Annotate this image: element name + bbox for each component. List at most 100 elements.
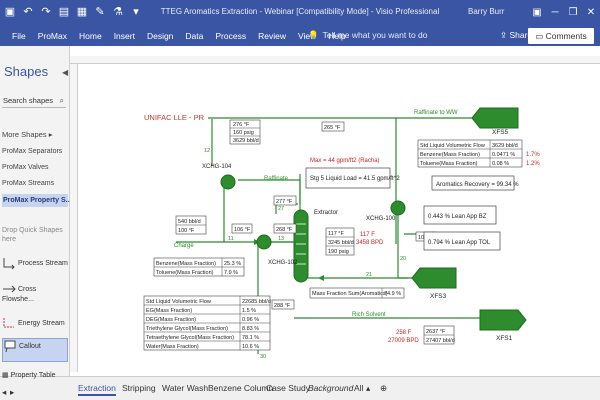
tab-insert[interactable]: Insert [108, 29, 141, 43]
page-tab-case-study[interactable]: Case Study [266, 383, 310, 393]
xchg-100-shape [390, 200, 406, 216]
temp-277-box[interactable]: 277 °F [273, 195, 297, 206]
comments-label: Comments [545, 31, 587, 41]
shape-cross-flowsheet[interactable]: Cross Flowshe... [2, 282, 68, 303]
mid-table-flow: 3245 bbl/d [328, 240, 354, 246]
comments-button[interactable]: ▭ Comments [528, 28, 594, 44]
temp-288-box[interactable]: 288 °F [271, 299, 295, 310]
drawing-canvas[interactable]: UNIFAC LLE - PR XCHG-104 XCHG-102 XCHG-1… [78, 64, 600, 372]
page-tab-background[interactable]: Background [308, 383, 353, 393]
tell-me-text: Tell me what you want to do [322, 30, 428, 40]
page-tabs-bar: ▦ Property Table ◂ ▸ Extraction Strippin… [0, 372, 600, 400]
raffinate-composition-table[interactable]: Std Liquid Volumetric Flow 3629 bbl/d Be… [417, 139, 523, 168]
feed-temp: 100 °F [178, 228, 195, 234]
shapes-pane: Shapes ◀ Search shapes ⌕ More Shapes ▸ P… [0, 46, 71, 376]
stencil-property-stencil[interactable]: ProMax Property S... [2, 194, 71, 207]
mass-fraction-sum-table[interactable]: Mass Fraction Sum(Aromatics) 74.9 % [309, 287, 405, 299]
mid-stream-table[interactable]: 117 °F 3245 bbl/d 190 psig [325, 227, 355, 256]
search-shapes-input[interactable]: Search shapes ⌕ [2, 94, 66, 108]
add-page-icon[interactable]: ⊕ [380, 383, 387, 394]
minimize-icon[interactable]: ─ [546, 0, 564, 26]
xfs3-stream-shape [411, 267, 457, 289]
ribbon-options-icon[interactable]: ▣ [528, 0, 546, 26]
stencil-streams[interactable]: ProMax Streams [2, 180, 54, 187]
aromatics-recovery-box[interactable]: Aromatics Recovery = 99.34 % [431, 175, 519, 191]
rich-solvent-table[interactable]: 2637 °F 27407 bbl/d [423, 325, 455, 345]
feed-toluene-label: Toluene(Mass Fraction) [156, 270, 214, 276]
xfs5-stream-shape [471, 107, 519, 129]
page-tab-water-wash[interactable]: Water Wash [162, 383, 208, 393]
drop-quick-shapes-hint: Drop Quick Shapes here [2, 227, 63, 243]
red-117: 117 F [360, 232, 375, 238]
raff-toluene-label: Toluene(Mass Fraction) [420, 161, 478, 167]
feed-benzene-label: Benzene(Mass Fraction) [156, 261, 216, 267]
stg-load-box[interactable]: Stg 5 Liquid Load = 41.5 gpm/ft^2 [305, 167, 400, 189]
lean-tol-box[interactable]: 0.794 % Lean App TOL [423, 231, 501, 251]
page-nav-next-icon[interactable]: ▸ [10, 387, 14, 398]
tab-data[interactable]: Data [179, 29, 209, 43]
window-controls: ▣ ─ ❐ ✕ [528, 0, 600, 26]
stencil-valves[interactable]: ProMax Valves [2, 164, 49, 171]
temp-277-text: 277 °F [276, 199, 293, 205]
red-258: 258 F [396, 330, 412, 336]
comments-icon: ▭ [535, 31, 546, 41]
page-tab-stripping[interactable]: Stripping [122, 383, 156, 393]
shape-callout[interactable]: Callout [2, 338, 68, 362]
collapse-pane-icon[interactable]: ◀ [62, 68, 68, 77]
top-table-pressure: 160 psig [233, 130, 254, 136]
user-name[interactable]: Barry Burr [468, 7, 504, 16]
raffinate-label: Raffinate [264, 176, 289, 182]
more-shapes-label: More Shapes [2, 130, 47, 139]
raff-benzene-red: 1.7% [526, 152, 540, 158]
shape-process-stream[interactable]: Process Stream [2, 256, 68, 270]
xchg-102-shape [256, 234, 272, 250]
lean-bz-text: 0.443 % Lean App BZ [428, 214, 487, 220]
more-shapes[interactable]: More Shapes ▸ [2, 130, 52, 139]
solvent-row-value: 0.96 % [242, 317, 259, 323]
aromatics-recovery-text: Aromatics Recovery = 99.34 % [436, 182, 519, 188]
red-3458: 3458 BPD [356, 240, 384, 246]
temp-265-text: 265 °F [324, 125, 341, 131]
raffinate-ww-label: Raffinate to WW [414, 110, 458, 116]
tab-process[interactable]: Process [209, 29, 252, 43]
feed-toluene-value: 7.9 % [224, 270, 238, 276]
tab-home[interactable]: Home [73, 29, 108, 43]
shape-label: Energy Stream [18, 319, 65, 327]
temp-106-text: 106 °F [234, 227, 251, 233]
top-stream-table[interactable]: 276 °F 160 psig 3629 bbl/d [229, 119, 261, 145]
page-tab-all[interactable]: All [354, 383, 363, 393]
xfs1-stream-shape [479, 309, 527, 331]
solvent-row-label: Tetraethylene Glycol(Mass Fraction) [146, 335, 234, 341]
solvent-row-label: Triethylene Glycol(Mass Fraction) [146, 326, 228, 332]
rich-flow: 27407 bbl/d [426, 338, 455, 344]
top-table-flow: 3629 bbl/d [233, 138, 259, 144]
lean-bz-box[interactable]: 0.443 % Lean App BZ [423, 205, 497, 225]
feed-composition-table[interactable]: Benzene(Mass Fraction) 25.3 % Toluene(Ma… [153, 257, 245, 277]
temp-268-box[interactable]: 268 °F [273, 223, 297, 234]
process-stream-icon [3, 258, 15, 270]
stencil-separators[interactable]: ProMax Separators [2, 148, 62, 155]
tab-review[interactable]: Review [252, 29, 292, 43]
solvent-composition-table[interactable]: Std Liquid Volumetric Flow 22685 bbl/d E… [143, 295, 271, 351]
page-nav-prev-icon[interactable]: ◂ [2, 387, 6, 398]
tab-promax[interactable]: ProMax [32, 29, 73, 43]
shape-property-table[interactable]: ▦ Property Table [2, 371, 56, 379]
mid-table-temp: 117 °F [328, 231, 344, 237]
temp-106-box[interactable]: 106 °F [231, 223, 253, 234]
close-icon[interactable]: ✕ [582, 0, 600, 26]
page-tab-extraction[interactable]: Extraction [78, 383, 116, 396]
all-pages-dropdown-icon[interactable]: ▴ [366, 383, 370, 394]
temp-265-box[interactable]: 265 °F [321, 121, 345, 132]
restore-icon[interactable]: ❐ [564, 0, 582, 26]
shape-label: Callout [19, 342, 41, 350]
tell-me-box[interactable]: 💡 Tell me what you want to do [308, 30, 427, 41]
raff-flow-label: Std Liquid Volumetric Flow [420, 143, 485, 149]
tab-file[interactable]: File [6, 29, 32, 43]
feed-table[interactable]: 540 bbl/d 100 °F [175, 215, 207, 235]
tab-design[interactable]: Design [141, 29, 179, 43]
page-tab-benzene-column[interactable]: Benzene Column [208, 383, 273, 393]
search-icon[interactable]: ⌕ [60, 94, 64, 108]
callout-icon [4, 340, 16, 353]
shape-energy-stream[interactable]: Energy Stream [2, 316, 68, 330]
xchg-100-label: XCHG-100 [366, 216, 396, 222]
